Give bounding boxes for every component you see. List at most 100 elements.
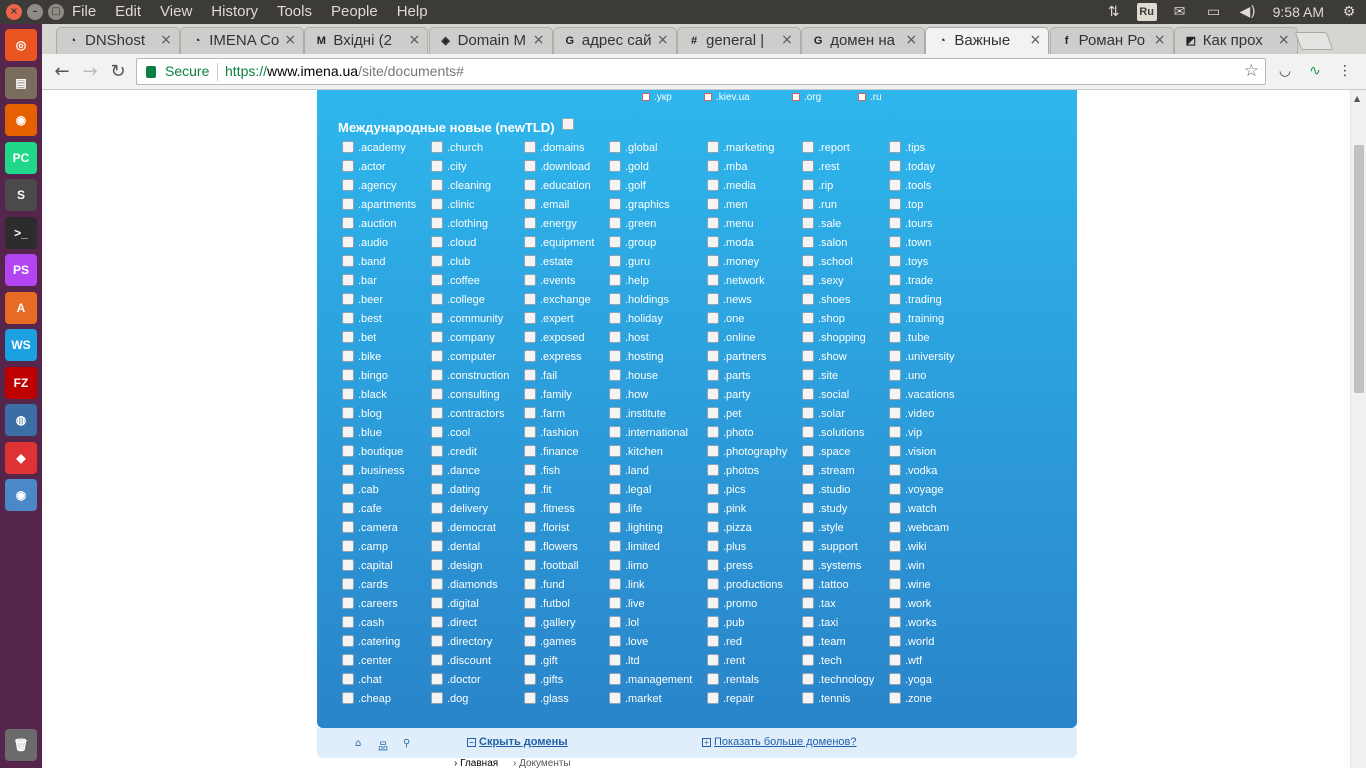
domain-label[interactable]: .lighting [625,522,663,534]
domain-label[interactable]: .love [625,636,648,648]
domain-label[interactable]: .rip [818,180,833,192]
domain-checkbox[interactable] [342,198,354,210]
domain-checkbox[interactable] [524,217,536,229]
domain-checkbox[interactable] [707,673,719,685]
sublime-icon[interactable]: S [5,179,37,211]
domain-label[interactable]: .photo [723,427,754,439]
domain-label[interactable]: .support [818,541,858,553]
trash-icon[interactable]: 🗑 [5,729,37,761]
browser-tab[interactable]: # general | × [677,27,801,54]
menu-file[interactable]: File [72,0,96,24]
domain-checkbox[interactable] [707,388,719,400]
domain-checkbox[interactable] [524,464,536,476]
tab-close-icon[interactable]: × [407,32,421,48]
domain-label[interactable]: .exchange [540,294,591,306]
domain-checkbox[interactable] [524,350,536,362]
domain-label[interactable]: .space [818,446,850,458]
domain-checkbox[interactable] [342,274,354,286]
domain-checkbox[interactable] [431,407,443,419]
domain-label[interactable]: .digital [447,598,479,610]
domain-label[interactable]: .pink [723,503,746,515]
domain-checkbox[interactable] [342,388,354,400]
domain-label[interactable]: .parts [723,370,751,382]
domain-label[interactable]: .pub [723,617,744,629]
domain-label[interactable]: .cash [358,617,384,629]
domain-label[interactable]: .fail [540,370,557,382]
domain-checkbox[interactable] [431,559,443,571]
domain-label[interactable]: .wiki [905,541,926,553]
domain-checkbox[interactable] [342,540,354,552]
domain-checkbox[interactable] [609,293,621,305]
domain-checkbox[interactable] [889,692,901,704]
phpstorm-icon[interactable]: PS [5,254,37,286]
domain-checkbox[interactable] [342,236,354,248]
domain-label[interactable]: .florist [540,522,569,534]
domain-checkbox[interactable] [889,407,901,419]
tab-close-icon[interactable]: × [780,32,794,48]
domain-label[interactable]: .sale [818,218,841,230]
domain-checkbox[interactable] [802,540,814,552]
domain-checkbox[interactable] [889,141,901,153]
domain-label[interactable]: .cool [447,427,470,439]
domain-checkbox[interactable] [431,616,443,628]
domain-label[interactable]: .beer [358,294,383,306]
domain-label[interactable]: .vision [905,446,936,458]
domain-checkbox[interactable] [431,635,443,647]
domain-label[interactable]: .pet [723,408,741,420]
domain-checkbox[interactable] [707,331,719,343]
domain-label[interactable]: .fish [540,465,560,477]
domain-checkbox[interactable] [524,654,536,666]
domain-label[interactable]: .futbol [540,598,570,610]
domain-label[interactable]: .report [818,142,850,154]
domain-checkbox[interactable] [342,293,354,305]
domain-checkbox[interactable] [889,255,901,267]
domain-label[interactable]: .company [447,332,495,344]
domain-label[interactable]: .glass [540,693,569,705]
domain-label[interactable]: .best [358,313,382,325]
domain-label[interactable]: .wtf [905,655,922,667]
domain-label[interactable]: .legal [625,484,651,496]
domain-checkbox[interactable] [802,198,814,210]
domain-checkbox[interactable] [609,331,621,343]
domain-checkbox[interactable] [707,635,719,647]
domain-checkbox[interactable] [889,331,901,343]
domain-label[interactable]: .democrat [447,522,496,534]
domain-label[interactable]: .rest [818,161,839,173]
domain-checkbox[interactable] [889,635,901,647]
domain-label[interactable]: .photography [723,446,787,458]
domain-checkbox[interactable] [802,350,814,362]
domain-label[interactable]: .tattoo [818,579,849,591]
clock[interactable]: 9:58 AM [1273,4,1324,20]
ubuntu-dash-icon[interactable]: ◎ [5,29,37,61]
domain-checkbox[interactable] [609,673,621,685]
domain-label[interactable]: .actor [358,161,386,173]
menu-history[interactable]: History [211,0,258,24]
domain-label[interactable]: .direct [447,617,477,629]
domain-label[interactable]: .gifts [540,674,563,686]
domain-checkbox[interactable] [609,692,621,704]
domain-checkbox[interactable] [431,578,443,590]
domain-checkbox[interactable] [802,559,814,571]
domain-label[interactable]: .city [447,161,467,173]
domain-label[interactable]: .international [625,427,688,439]
browser-tab[interactable]: ◔ DNShost × [56,27,180,54]
domain-checkbox[interactable] [431,597,443,609]
domain-checkbox[interactable] [889,559,901,571]
domain-checkbox[interactable] [707,312,719,324]
domain-label[interactable]: .cafe [358,503,382,515]
domain-label[interactable]: .show [818,351,847,363]
domain-checkbox[interactable] [609,312,621,324]
domain-checkbox[interactable] [707,426,719,438]
domain-checkbox[interactable] [431,255,443,267]
domain-label[interactable]: .holiday [625,313,663,325]
domain-label[interactable]: .dental [447,541,480,553]
domain-checkbox[interactable] [609,616,621,628]
domain-label[interactable]: .football [540,560,579,572]
domain-checkbox[interactable] [609,521,621,533]
domain-checkbox[interactable] [524,540,536,552]
network-globe-icon[interactable]: ◍ [5,404,37,436]
domain-label[interactable]: .expert [540,313,574,325]
domain-checkbox[interactable] [707,578,719,590]
domain-label[interactable]: .fitness [540,503,575,515]
domain-checkbox[interactable] [609,407,621,419]
